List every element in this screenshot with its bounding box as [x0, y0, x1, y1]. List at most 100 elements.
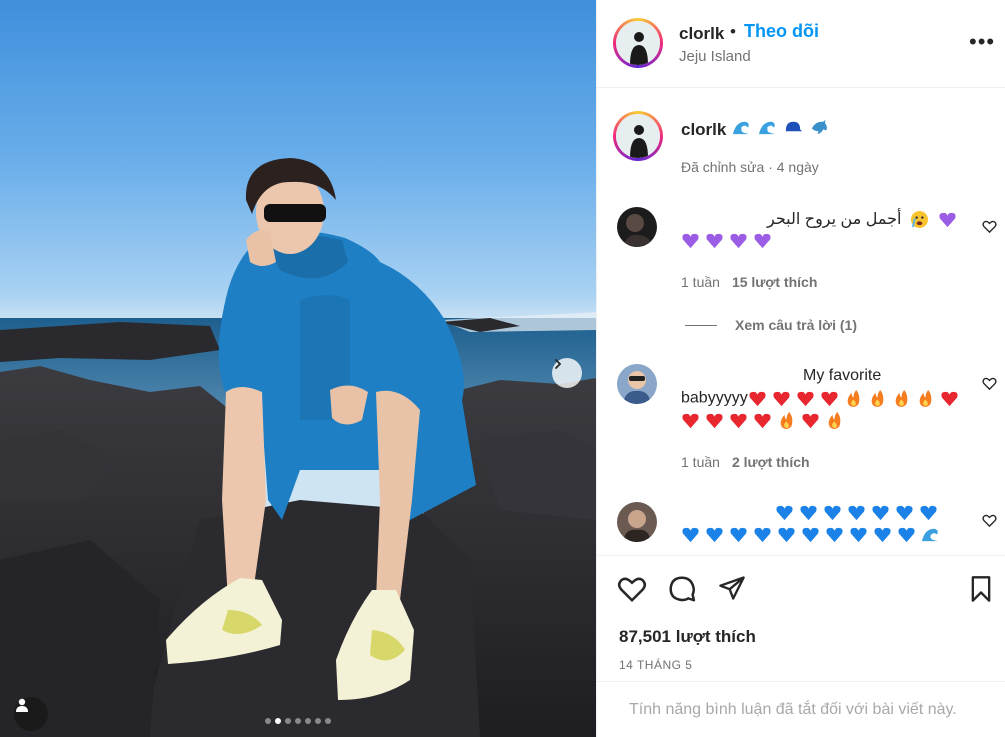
red-heart-icon: [797, 391, 814, 407]
carousel-dot: [315, 718, 321, 724]
red-heart-icon: [706, 413, 723, 429]
red-heart-icon: [941, 391, 958, 407]
purple-heart-icon: [682, 233, 699, 249]
like-comment-heart-icon[interactable]: [982, 513, 997, 528]
purple-heart-icon: [730, 233, 747, 249]
separator-dot: •: [730, 22, 736, 41]
blue-heart-icon: [776, 505, 793, 521]
blue-heart-icon: [730, 527, 747, 543]
comment-2-time: 1 tuần: [681, 454, 720, 470]
comment-2-line1: My favorite: [803, 367, 882, 384]
like-comment-heart-icon[interactable]: [982, 376, 997, 391]
carousel-dot: [305, 718, 311, 724]
comment-2-line3: [681, 411, 849, 430]
post-header: clorlk • Theo dõi Jeju Island •••: [597, 0, 1005, 88]
purple-heart-icon: [754, 233, 771, 249]
blue-heart-icon: [920, 505, 937, 521]
caption-meta: Đã chỉnh sửa · 4 ngày: [681, 159, 819, 175]
fire-icon: [847, 389, 860, 408]
comment-1-likes[interactable]: 15 lượt thích: [732, 274, 817, 290]
caption-username[interactable]: clorlk: [681, 120, 726, 140]
carousel-dot: [265, 718, 271, 724]
fire-icon: [871, 389, 884, 408]
blue-heart-icon: [800, 505, 817, 521]
carousel-indicator: [0, 718, 596, 724]
wave-emoji-icon: [921, 528, 939, 542]
commenter-avatar[interactable]: [617, 502, 657, 542]
comment-1-arabic: أجمل من يروح البحر: [767, 211, 902, 228]
comment-3-line1: [775, 503, 943, 522]
blue-heart-icon: [778, 527, 795, 543]
share-send-icon[interactable]: [718, 574, 746, 602]
post-date[interactable]: 14 THÁNG 5: [619, 658, 692, 672]
purple-heart-icon: [706, 233, 723, 249]
dolphin-emoji-icon: [811, 119, 827, 135]
avatar-image: [617, 502, 657, 542]
comment-bubble-icon[interactable]: [667, 574, 697, 604]
comment-2-likes[interactable]: 2 lượt thích: [732, 454, 810, 470]
carousel-dot: [285, 718, 291, 724]
carousel-dot-active: [275, 718, 281, 724]
tagged-users-button[interactable]: [14, 697, 48, 731]
commenter-avatar[interactable]: [617, 207, 657, 247]
red-heart-icon: [802, 413, 819, 429]
fire-icon: [895, 389, 908, 408]
red-heart-icon: [821, 391, 838, 407]
like-comment-heart-icon[interactable]: [982, 219, 997, 234]
blue-heart-icon: [874, 527, 891, 543]
avatar-image: [616, 21, 660, 65]
blue-heart-icon: [802, 527, 819, 543]
comment-2-meta: 1 tuần 2 lượt thích: [681, 454, 810, 470]
blue-heart-icon: [848, 505, 865, 521]
commenter-avatar[interactable]: [617, 364, 657, 404]
avatar-image: [617, 207, 657, 247]
photo-scene: [0, 158, 596, 737]
fire-icon: [919, 389, 932, 408]
blue-heart-icon: [872, 505, 889, 521]
avatar-image: [617, 364, 657, 404]
blue-heart-icon: [824, 505, 841, 521]
blue-heart-icon: [706, 527, 723, 543]
red-heart-icon: [754, 413, 771, 429]
post-photo[interactable]: [0, 0, 596, 737]
caption-avatar[interactable]: [613, 111, 663, 161]
comment-1-text: أجمل من يروح البحر: [767, 209, 962, 229]
author-avatar[interactable]: [613, 18, 663, 68]
red-heart-icon: [682, 413, 699, 429]
avatar-image: [616, 114, 660, 158]
comment-3-line2: [681, 525, 945, 544]
comment-2-text: babyyyyy: [681, 389, 748, 407]
comments-disabled-notice: Tính năng bình luận đã tắt đối với bài v…: [597, 681, 1005, 737]
user-icon: [16, 698, 28, 712]
next-photo-button[interactable]: [552, 358, 582, 388]
red-heart-icon: [730, 413, 747, 429]
post-actions: 87,501 lượt thích 14 THÁNG 5: [597, 555, 1005, 681]
purple-heart-icon: [939, 213, 956, 228]
carousel-dot: [295, 718, 301, 724]
comment-1-meta: 1 tuần 15 lượt thích: [681, 274, 817, 290]
blue-heart-icon: [896, 505, 913, 521]
blue-heart-icon: [754, 527, 771, 543]
comment-2-line2: babyyyyy: [681, 389, 964, 408]
more-options-icon[interactable]: •••: [969, 31, 995, 53]
red-heart-icon: [773, 391, 790, 407]
like-count[interactable]: 87,501 lượt thích: [619, 627, 756, 647]
location-link[interactable]: Jeju Island: [679, 48, 751, 65]
view-replies-button[interactable]: Xem câu trả lời (1): [685, 317, 857, 333]
like-heart-icon[interactable]: [617, 574, 647, 604]
follow-button[interactable]: Theo dõi: [744, 21, 819, 42]
cap-emoji-icon: [785, 121, 803, 132]
comments-section[interactable]: clorlk Đã chỉnh sửa · 4 ngày أجمل من يرو…: [597, 89, 1005, 555]
fire-icon: [828, 411, 841, 430]
post-sidebar: clorlk • Theo dõi Jeju Island ••• clorlk…: [596, 0, 1005, 737]
replies-divider: [685, 324, 717, 326]
author-username[interactable]: clorlk: [679, 24, 724, 44]
save-bookmark-icon[interactable]: [967, 574, 995, 604]
chevron-right-icon: [555, 359, 562, 369]
wave-emoji-icon: [732, 121, 750, 135]
fire-icon: [780, 411, 793, 430]
view-replies-label: Xem câu trả lời (1): [735, 317, 857, 333]
blue-heart-icon: [898, 527, 915, 543]
blue-heart-icon: [682, 527, 699, 543]
caption-emojis: [732, 118, 834, 137]
